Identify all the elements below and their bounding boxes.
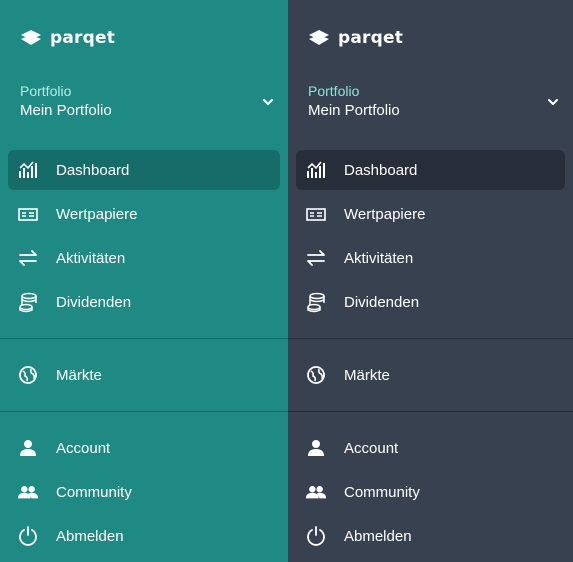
chevron-down-icon xyxy=(263,99,273,105)
nav-item-wertpapiere[interactable]: Wertpapiere xyxy=(8,194,280,234)
nav-item-abmelden[interactable]: Abmelden xyxy=(8,516,280,556)
nav-label: Märkte xyxy=(344,366,390,384)
chart-bars-icon xyxy=(304,158,328,182)
ticket-icon xyxy=(16,202,40,226)
nav-label: Abmelden xyxy=(344,527,412,545)
nav-label: Community xyxy=(56,483,132,501)
portfolio-selector[interactable]: Portfolio Mein Portfolio xyxy=(20,82,276,124)
coins-icon xyxy=(16,290,40,314)
nav-label: Wertpapiere xyxy=(344,205,426,223)
nav-item-aktivitaeten[interactable]: Aktivitäten xyxy=(8,238,280,278)
nav-item-aktivitaeten[interactable]: Aktivitäten xyxy=(296,238,565,278)
divider xyxy=(0,338,288,339)
nav-label: Dashboard xyxy=(56,161,130,179)
user-icon xyxy=(304,436,328,460)
nav-item-maerkte[interactable]: Märkte xyxy=(8,355,280,395)
nav-label: Märkte xyxy=(56,366,102,384)
nav-item-account[interactable]: Account xyxy=(8,428,280,468)
nav-label: Abmelden xyxy=(56,527,124,545)
chart-bars-icon xyxy=(16,158,40,182)
nav-item-dividenden[interactable]: Dividenden xyxy=(296,282,565,322)
sidebar-teal: parqet Portfolio Mein Portfolio Dashboar… xyxy=(0,0,288,562)
arrows-exchange-icon xyxy=(304,246,328,270)
nav-label: Dividenden xyxy=(56,293,132,311)
nav-label: Dividenden xyxy=(344,293,420,311)
parqet-logo-icon xyxy=(21,30,41,45)
nav-item-dividenden[interactable]: Dividenden xyxy=(8,282,280,322)
nav-item-dashboard[interactable]: Dashboard xyxy=(296,150,565,190)
nav-label: Dashboard xyxy=(344,161,418,179)
ticket-icon xyxy=(304,202,328,226)
brand-logo[interactable]: parqet xyxy=(20,26,115,50)
globe-icon xyxy=(16,363,40,387)
brand-name: parqet xyxy=(338,28,404,48)
sidebar-slate: parqet Portfolio Mein Portfolio Dashboar… xyxy=(288,0,573,562)
nav-label: Aktivitäten xyxy=(56,249,126,267)
nav-item-abmelden[interactable]: Abmelden xyxy=(296,516,565,556)
arrows-exchange-icon xyxy=(16,246,40,270)
coins-icon xyxy=(304,290,328,314)
divider xyxy=(288,338,573,339)
nav-item-dashboard[interactable]: Dashboard xyxy=(8,150,280,190)
nav-item-account[interactable]: Account xyxy=(296,428,565,468)
nav-item-community[interactable]: Community xyxy=(8,472,280,512)
nav-item-community[interactable]: Community xyxy=(296,472,565,512)
users-icon xyxy=(304,480,328,504)
nav-label: Community xyxy=(344,483,420,501)
brand-name: parqet xyxy=(50,28,116,48)
portfolio-label: Portfolio xyxy=(20,83,72,99)
portfolio-selector[interactable]: Portfolio Mein Portfolio xyxy=(308,82,561,124)
divider xyxy=(288,411,573,412)
globe-icon xyxy=(304,363,328,387)
parqet-logo-icon xyxy=(309,30,329,45)
users-icon xyxy=(16,480,40,504)
power-icon xyxy=(16,524,40,548)
nav-item-maerkte[interactable]: Märkte xyxy=(296,355,565,395)
portfolio-name: Mein Portfolio xyxy=(20,102,112,119)
nav-label: Account xyxy=(56,439,111,457)
chevron-down-icon xyxy=(548,99,558,105)
nav-label: Account xyxy=(344,439,399,457)
power-icon xyxy=(304,524,328,548)
brand-logo[interactable]: parqet xyxy=(308,26,403,50)
user-icon xyxy=(16,436,40,460)
divider xyxy=(0,411,288,412)
portfolio-name: Mein Portfolio xyxy=(308,102,400,119)
nav-item-wertpapiere[interactable]: Wertpapiere xyxy=(296,194,565,234)
nav-label: Aktivitäten xyxy=(344,249,414,267)
nav-label: Wertpapiere xyxy=(56,205,138,223)
portfolio-label: Portfolio xyxy=(308,83,360,99)
